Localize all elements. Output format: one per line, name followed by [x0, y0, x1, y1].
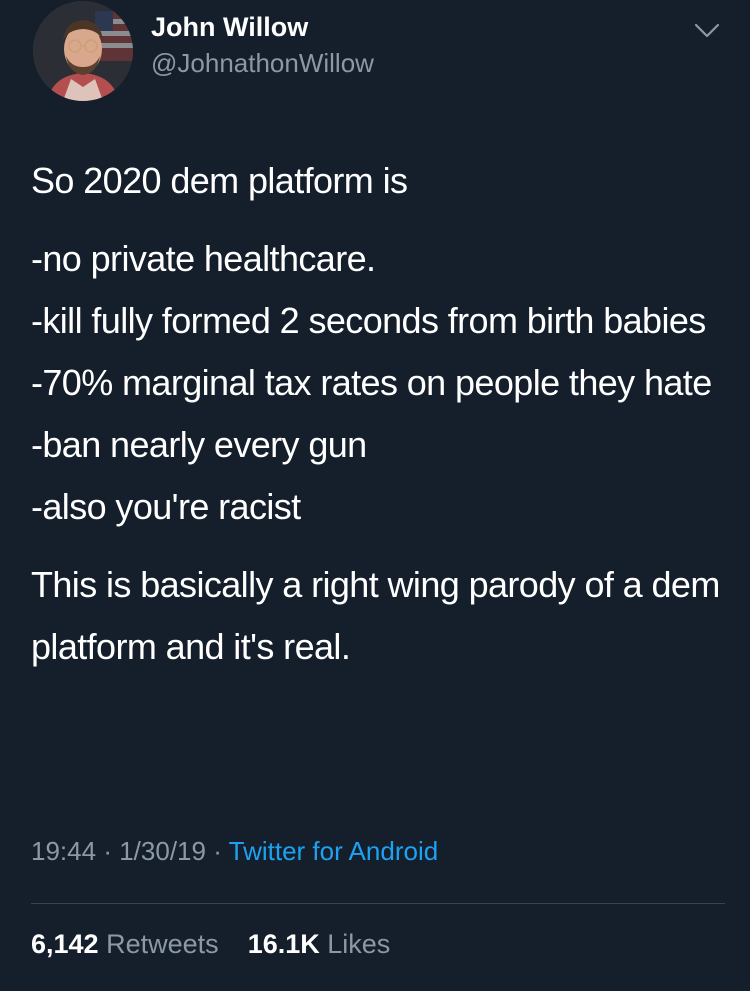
tweet-point: -kill fully formed 2 seconds from birth … [31, 300, 706, 341]
tweet-point: -also you're racist [31, 486, 301, 527]
author-handle[interactable]: @JohnathonWillow [151, 48, 374, 79]
tweet-date: 1/30/19 [119, 836, 206, 866]
tweet-text: So 2020 dem platform is -no private heal… [31, 150, 721, 678]
tweet-point: -ban nearly every gun [31, 424, 367, 465]
tweet-time: 19:44 [31, 836, 97, 866]
retweets-stat[interactable]: 6,142 Retweets [31, 929, 226, 959]
meta-separator: · [213, 836, 222, 866]
likes-stat[interactable]: 16.1K Likes [240, 929, 391, 959]
tweet-points-list: -no private healthcare. -kill fully form… [31, 228, 721, 538]
meta-separator: · [103, 836, 112, 866]
tweet-closing: This is basically a right wing parody of… [31, 564, 720, 667]
likes-label: Likes [327, 929, 391, 959]
divider [31, 903, 725, 904]
likes-count: 16.1K [247, 929, 320, 959]
retweets-label: Retweets [106, 929, 219, 959]
tweet-stats: 6,142 Retweets 16.1K Likes [31, 929, 390, 960]
tweet-point: -no private healthcare. [31, 238, 376, 279]
tweet-intro: So 2020 dem platform is [31, 160, 408, 201]
tweet-meta: 19:44 · 1/30/19 · Twitter for Android [31, 836, 438, 867]
tweet-point: -70% marginal tax rates on people they h… [31, 362, 712, 403]
retweets-count: 6,142 [31, 929, 99, 959]
author-display-name[interactable]: John Willow [151, 12, 308, 43]
tweet-source-link[interactable]: Twitter for Android [229, 836, 439, 866]
chevron-down-icon[interactable] [694, 20, 720, 40]
avatar[interactable] [33, 1, 133, 101]
profile-photo [33, 1, 133, 101]
